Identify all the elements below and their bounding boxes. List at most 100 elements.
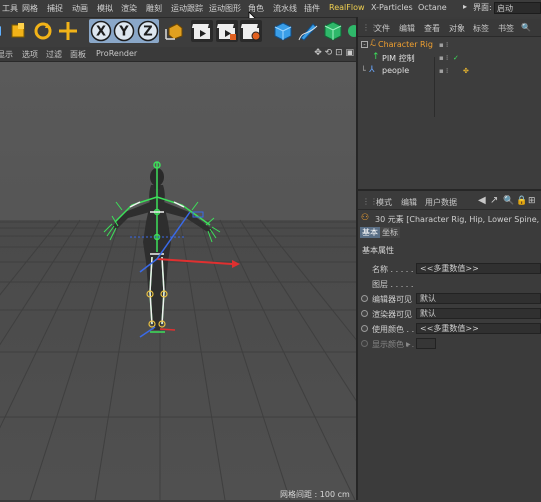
menu-plugins[interactable]: 插件	[304, 3, 320, 14]
object-name[interactable]: PIM 控制	[382, 53, 415, 64]
subdivision-surface-icon[interactable]	[322, 20, 344, 42]
prop-row-name: 名称 . . . . . <<多重数值>>	[358, 263, 541, 276]
menu-snap[interactable]: 捕捉	[47, 3, 63, 14]
viewport-menu-prorender[interactable]: ProRender	[96, 49, 137, 58]
object-name[interactable]: people	[382, 66, 409, 75]
menu-animate[interactable]: 动画	[72, 3, 88, 14]
attr-menu-user-data[interactable]: 用户数据	[425, 197, 457, 208]
search-icon[interactable]: 🔍	[521, 23, 531, 32]
object-row-pim-control[interactable]: ↑ PIM 控制 ▪ ⁞ ✓	[358, 52, 541, 65]
viewport-menu-filter[interactable]: 过滤	[46, 49, 62, 60]
checkmark-icon[interactable]: ✓	[453, 54, 459, 62]
menu-overflow-arrow[interactable]: ▸	[463, 2, 467, 11]
viewport-menu-options[interactable]: 选项	[22, 49, 38, 60]
display-color-swatch[interactable]	[416, 338, 436, 349]
viewport-menu-display[interactable]: 显示	[0, 49, 13, 60]
prop-label: 使用颜色 . .	[372, 325, 415, 334]
obj-menu-objects[interactable]: 对象	[449, 23, 465, 34]
object-row-people[interactable]: └ ⅄ people ▪ ⁞ ✤	[358, 65, 541, 78]
layer-toggle-icon[interactable]: ▪	[439, 54, 444, 62]
section-title: 基本属性	[362, 246, 394, 255]
pen-spline-icon[interactable]	[297, 20, 319, 42]
3d-viewport[interactable]: 网格间距 : 100 cm	[0, 62, 356, 500]
obj-menu-tags[interactable]: 标签	[473, 23, 489, 34]
viewport-navigation-icons[interactable]: ✥ ⟲ ⊡ ▣	[314, 48, 354, 58]
main-menubar: 工具 网格 捕捉 动画 模拟 渲染 雕刻 运动跟踪 运动图形 角色 流水线 插件…	[0, 0, 541, 24]
obj-menu-bookmarks[interactable]: 书签	[498, 23, 514, 34]
visibility-dots[interactable]: ⁞	[446, 41, 448, 49]
prop-row-use-color: 使用颜色 . . <<多重数值>>	[358, 323, 541, 336]
object-manager-menubar: ⋮⋮ 文件 编辑 查看 对象 标签 书签 🔍	[358, 19, 541, 37]
menu-xparticles[interactable]: X-Particles	[371, 3, 413, 12]
render-settings-icon[interactable]	[240, 20, 262, 42]
scale-tool-icon[interactable]	[8, 20, 30, 42]
menu-simulate[interactable]: 模拟	[97, 3, 113, 14]
menu-realflow[interactable]: RealFlow	[329, 3, 365, 12]
object-name[interactable]: Character Rig	[378, 40, 433, 49]
menu-mesh[interactable]: 网格	[22, 3, 38, 14]
array-icon[interactable]	[346, 20, 360, 42]
object-row-character-rig[interactable]: - ℒ Character Rig ▪ ⁞	[358, 39, 541, 52]
prop-label: 图层 . . . . .	[372, 280, 414, 289]
layout-label: 界面:	[473, 3, 492, 12]
tab-basic[interactable]: 基本	[360, 227, 380, 238]
right-panel: ⋮⋮ 文件 编辑 查看 对象 标签 书签 🔍 - ℒ Character Rig…	[358, 17, 541, 502]
menu-render[interactable]: 渲染	[121, 3, 137, 14]
svg-text:Y: Y	[118, 25, 129, 40]
menu-motion-tracking[interactable]: 运动跟踪	[171, 3, 203, 14]
rotate-tool-icon[interactable]	[32, 20, 54, 42]
render-visible-dropdown[interactable]: 默认	[416, 308, 541, 319]
menu-mograph[interactable]: 运动图形	[209, 3, 241, 14]
expand-arrow-icon[interactable]: ▶	[406, 341, 411, 348]
layer-field[interactable]	[416, 278, 541, 289]
tab-coordinates[interactable]: 坐标	[380, 227, 400, 238]
column-separator	[434, 57, 435, 117]
menu-octane[interactable]: Octane	[418, 3, 447, 12]
animation-key-radio[interactable]	[361, 340, 368, 347]
up-arrow-icon[interactable]: ↗	[490, 195, 498, 206]
name-field[interactable]: <<多重数值>>	[416, 263, 541, 274]
attr-menu-mode[interactable]: 模式	[376, 197, 392, 208]
editor-visible-dropdown[interactable]: 默认	[416, 293, 541, 304]
visibility-dots[interactable]: ⁞	[446, 67, 448, 75]
render-view-icon[interactable]	[191, 20, 213, 42]
layer-toggle-icon[interactable]: ▪	[439, 41, 444, 49]
menu-pipeline[interactable]: 流水线	[273, 3, 297, 14]
render-to-picture-viewer-icon[interactable]	[216, 20, 238, 42]
new-panel-icon[interactable]: ⊞	[528, 196, 536, 206]
move-tool-icon[interactable]	[0, 20, 6, 42]
visibility-dots[interactable]: ⁞	[446, 54, 448, 62]
back-arrow-icon[interactable]: ◀	[478, 195, 486, 206]
prop-row-editor-visible: 编辑器可见 默认	[358, 293, 541, 306]
lock-icon[interactable]: 🔒	[516, 196, 527, 206]
prop-row-layer: 图层 . . . . .	[358, 278, 541, 291]
use-color-dropdown[interactable]: <<多重数值>>	[416, 323, 541, 334]
animation-key-radio[interactable]	[361, 325, 368, 332]
obj-menu-file[interactable]: 文件	[374, 23, 390, 34]
svg-text:Z: Z	[143, 25, 152, 40]
viewport-menu-panel[interactable]: 面板	[70, 49, 86, 60]
layer-toggle-icon[interactable]: ▪	[439, 67, 444, 75]
axis-y-button[interactable]: Y	[113, 20, 135, 42]
cube-object-icon[interactable]	[272, 20, 294, 42]
menu-tools[interactable]: 工具	[2, 3, 18, 14]
attribute-manager: ⋮⋮ 模式 编辑 用户数据 ◀ ↗ 🔍 🔒 ⊞ ⚇ 30 元素 [Charact…	[358, 189, 541, 502]
viewport-scene: 网格间距 : 100 cm	[0, 161, 356, 500]
material-tag-icon[interactable]: ✤	[463, 67, 469, 75]
animation-key-radio[interactable]	[361, 295, 368, 302]
attribute-menubar: ⋮⋮ 模式 编辑 用户数据 ◀ ↗ 🔍 🔒 ⊞	[358, 193, 541, 210]
layout-select[interactable]: 启动	[494, 2, 541, 14]
coordinate-system-icon[interactable]	[163, 20, 185, 42]
transform-tool-icon[interactable]	[57, 20, 79, 42]
menu-sculpt[interactable]: 雕刻	[146, 3, 162, 14]
obj-menu-view[interactable]: 查看	[424, 23, 440, 34]
axis-x-button[interactable]: X	[90, 20, 112, 42]
obj-menu-edit[interactable]: 编辑	[399, 23, 415, 34]
selection-info: ⚇ 30 元素 [Character Rig, Hip, Lower Spine…	[358, 211, 541, 225]
axis-z-button[interactable]: Z	[137, 20, 159, 42]
animation-key-radio[interactable]	[361, 310, 368, 317]
search-icon[interactable]: 🔍	[503, 196, 514, 206]
character-object-icon: ⚇	[361, 213, 370, 223]
expand-toggle-icon[interactable]: -	[361, 41, 368, 48]
attr-menu-edit[interactable]: 编辑	[401, 197, 417, 208]
